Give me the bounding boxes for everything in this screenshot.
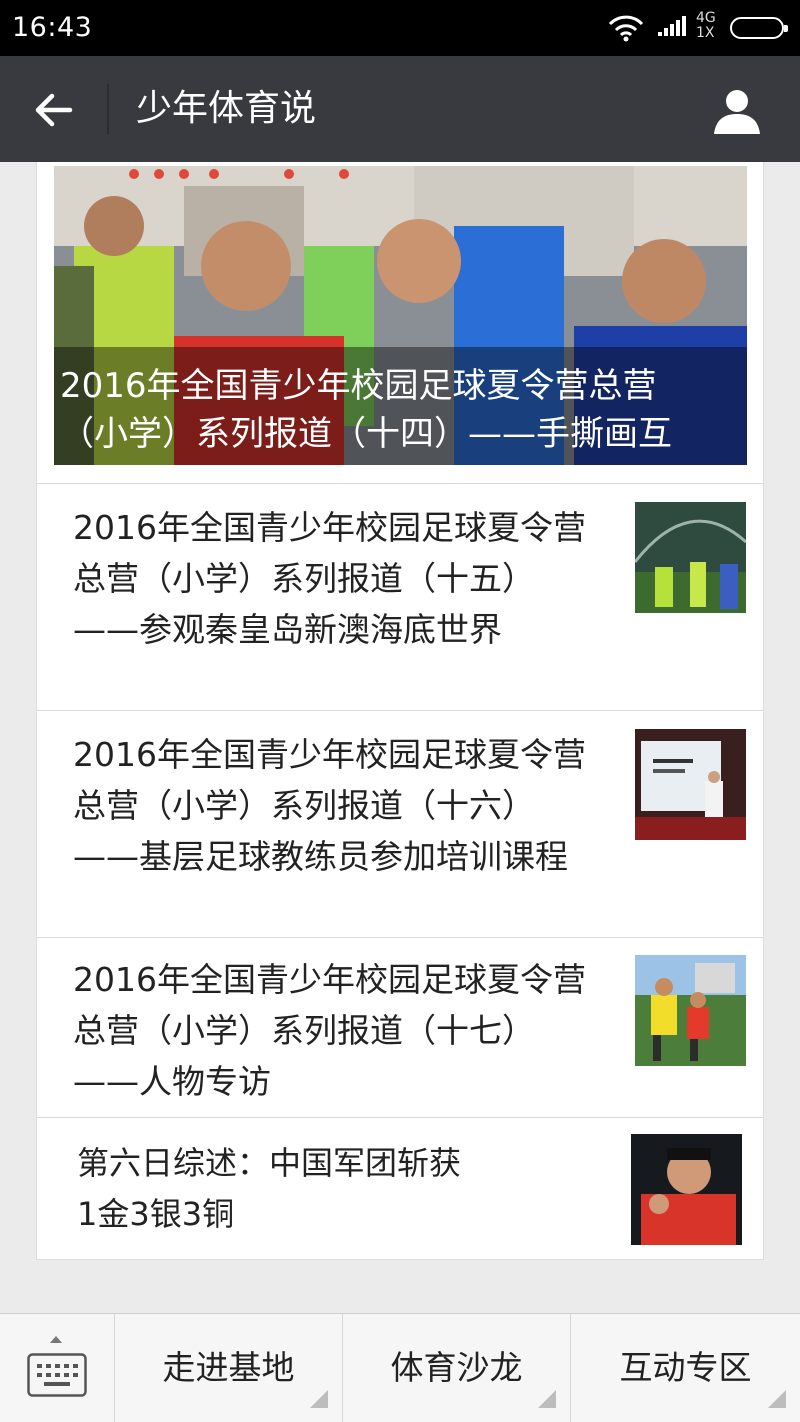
hero-caption-line1: 2016年全国青少年校园足球夏令营总营 bbox=[60, 366, 657, 406]
article-title: 第六日综述：中国军团斩获1金3银3铜 bbox=[77, 1144, 462, 1233]
keyboard-toggle-button[interactable] bbox=[0, 1314, 115, 1422]
hero-article[interactable]: 2016年全国青少年校园足球夏令营总营 （小学）系列报道（十四）——手撕画互 bbox=[54, 166, 747, 465]
article-card: 2016年全国青少年校园足球夏令营总营 （小学）系列报道（十四）——手撕画互 2… bbox=[36, 162, 764, 1260]
submenu-indicator-icon bbox=[310, 1390, 328, 1408]
wifi-icon bbox=[608, 15, 644, 42]
hero-caption-line2: （小学）系列报道（十四）——手撕画互 bbox=[60, 414, 672, 454]
list-item[interactable]: 2016年全国青少年校园足球夏令营总营（小学）系列报道（十七）——人物专访 bbox=[37, 937, 763, 1117]
person-icon[interactable] bbox=[712, 86, 762, 136]
network-1x: 1X bbox=[696, 25, 715, 41]
network-4g: 4G bbox=[696, 10, 716, 26]
title-bar: 少年体育说 bbox=[0, 56, 800, 162]
menu-item-zoujin-jidi[interactable]: 走进基地 bbox=[115, 1314, 343, 1422]
menu-item-label: 走进基地 bbox=[162, 1348, 295, 1387]
bottom-menu: 走进基地 体育沙龙 互动专区 bbox=[0, 1313, 800, 1422]
list-item[interactable]: 第六日综述：中国军团斩获1金3银3铜 bbox=[37, 1117, 763, 1259]
status-time: 16:43 bbox=[12, 12, 93, 43]
article-thumbnail bbox=[635, 729, 746, 840]
submenu-indicator-icon bbox=[538, 1390, 556, 1408]
status-bar: 16:43 4G 1X bbox=[0, 0, 800, 56]
back-arrow-icon[interactable] bbox=[30, 86, 78, 134]
menu-item-label: 体育沙龙 bbox=[390, 1348, 523, 1387]
submenu-indicator-icon bbox=[768, 1390, 786, 1408]
article-thumbnail bbox=[631, 1134, 742, 1245]
keyboard-icon bbox=[27, 1353, 87, 1397]
battery-icon bbox=[730, 17, 788, 39]
article-thumbnail bbox=[635, 955, 746, 1066]
hero-caption: 2016年全国青少年校园足球夏令营总营 （小学）系列报道（十四）——手撕画互 bbox=[60, 362, 747, 458]
article-thumbnail bbox=[635, 502, 746, 613]
page-title: 少年体育说 bbox=[136, 88, 317, 129]
menu-item-hudong-zhuanqu[interactable]: 互动专区 bbox=[571, 1314, 800, 1422]
article-title: 2016年全国青少年校园足球夏令营总营（小学）系列报道（十五）——参观秦皇岛新澳… bbox=[73, 508, 586, 649]
menu-item-tiyu-shalong[interactable]: 体育沙龙 bbox=[343, 1314, 571, 1422]
article-title: 2016年全国青少年校园足球夏令营总营（小学）系列报道（十六）——基层足球教练员… bbox=[73, 735, 586, 876]
menu-item-label: 互动专区 bbox=[619, 1348, 752, 1387]
article-title: 2016年全国青少年校园足球夏令营总营（小学）系列报道（十七）——人物专访 bbox=[73, 960, 586, 1101]
list-item[interactable]: 2016年全国青少年校园足球夏令营总营（小学）系列报道（十五）——参观秦皇岛新澳… bbox=[37, 483, 763, 711]
chevron-up-icon bbox=[50, 1336, 62, 1343]
signal-icon bbox=[658, 16, 686, 36]
network-type: 4G 1X bbox=[696, 11, 716, 41]
list-item[interactable]: 2016年全国青少年校园足球夏令营总营（小学）系列报道（十六）——基层足球教练员… bbox=[37, 710, 763, 937]
title-divider bbox=[107, 84, 109, 134]
